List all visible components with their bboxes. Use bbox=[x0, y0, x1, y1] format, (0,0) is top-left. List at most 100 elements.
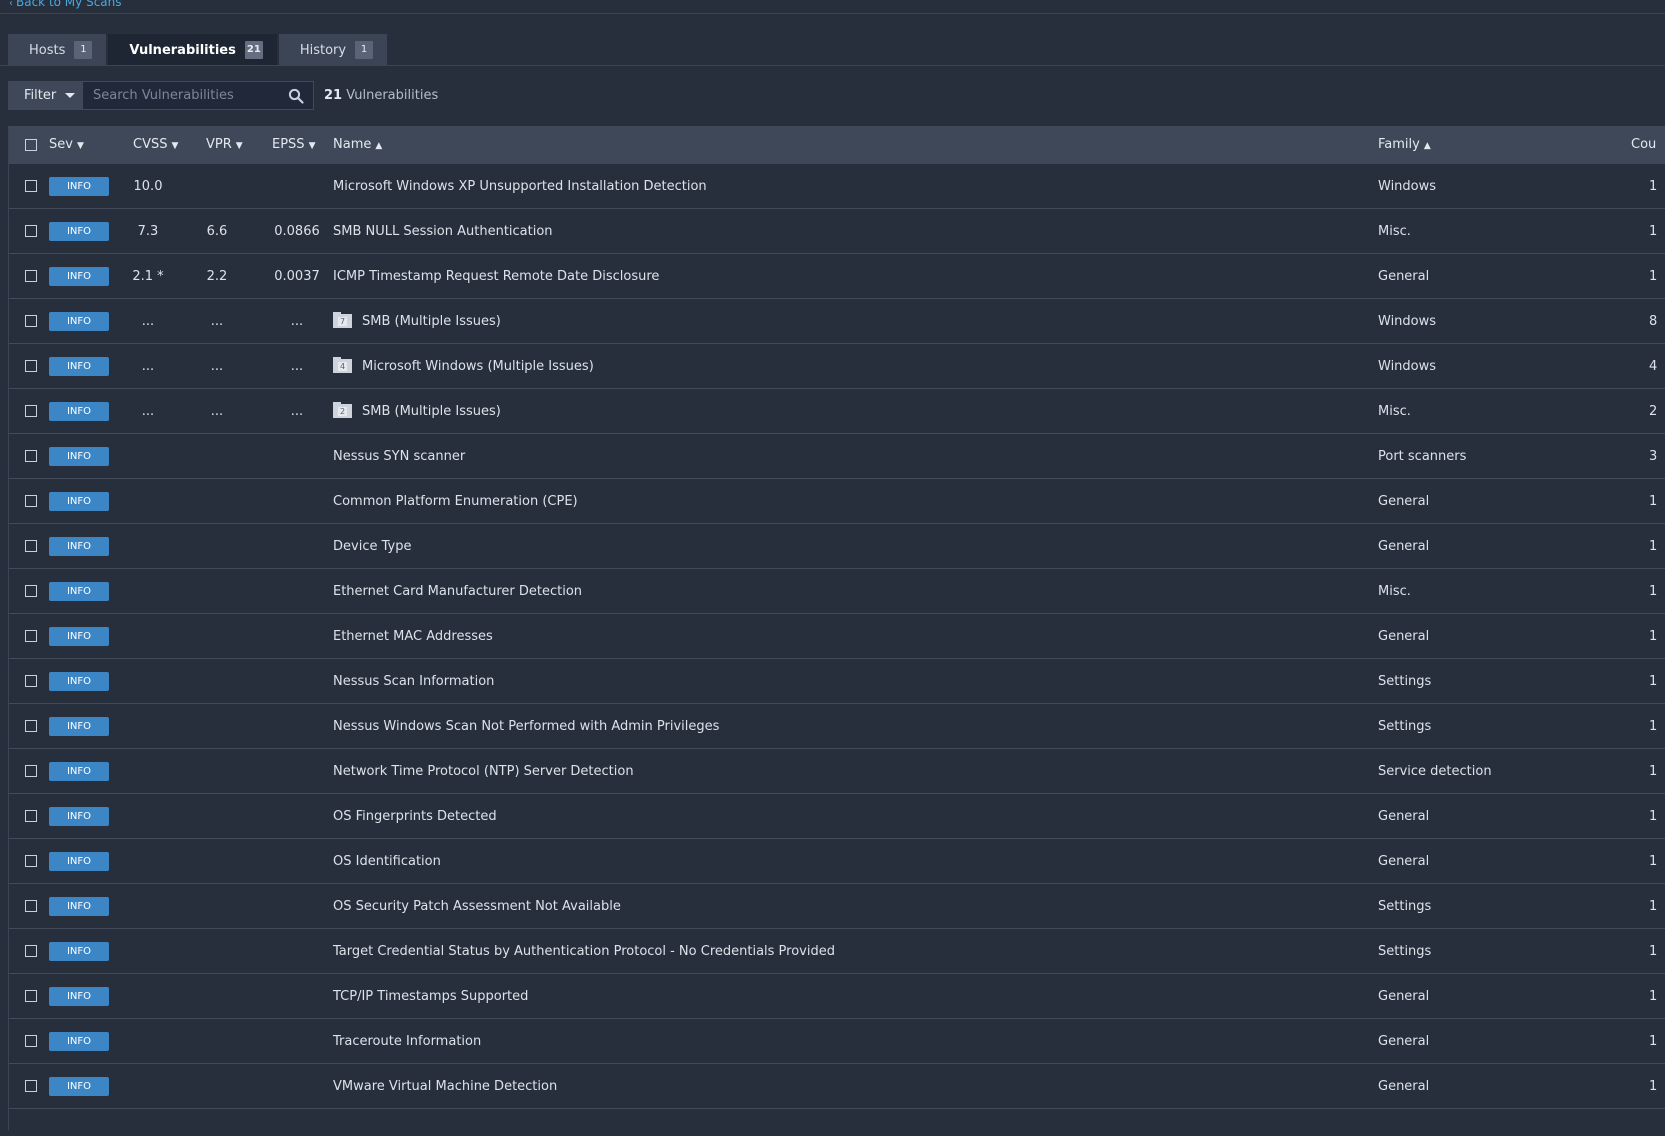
vulnerability-name[interactable]: 7 SMB (Multiple Issues) bbox=[333, 299, 501, 344]
vulnerability-name[interactable]: Traceroute Information bbox=[333, 1019, 481, 1064]
table-row[interactable]: INFO Traceroute Information General 1 bbox=[9, 1019, 1665, 1064]
column-header-vpr[interactable]: VPR ▼ bbox=[206, 126, 243, 164]
vulnerability-name[interactable]: 2 SMB (Multiple Issues) bbox=[333, 389, 501, 434]
scan-results-page: ‹ Back to My Scans Hosts 1 Vulnerabilitie… bbox=[0, 0, 1665, 1136]
column-header-family[interactable]: Family ▲ bbox=[1378, 126, 1431, 164]
table-row[interactable]: INFO Ethernet MAC Addresses General 1 bbox=[9, 614, 1665, 659]
vulnerability-name[interactable]: Microsoft Windows XP Unsupported Install… bbox=[333, 164, 707, 209]
table-row[interactable]: INFO 2.1 * 2.2 0.0037 ICMP Timestamp Request… bbox=[9, 254, 1665, 299]
column-header-sev[interactable]: Sev ▼ bbox=[49, 126, 84, 164]
table-row[interactable]: INFO OS Fingerprints Detected General 1 bbox=[9, 794, 1665, 839]
table-row[interactable]: INFO Network Time Protocol (NTP) Server D… bbox=[9, 749, 1665, 794]
vulnerability-name[interactable]: Device Type bbox=[333, 524, 411, 569]
filter-button[interactable]: Filter bbox=[8, 81, 82, 110]
cvss-value: ... bbox=[141, 359, 155, 374]
row-checkbox[interactable] bbox=[25, 990, 37, 1002]
row-checkbox[interactable] bbox=[25, 810, 37, 822]
tab-vulnerabilities[interactable]: Vulnerabilities 21 bbox=[108, 34, 277, 66]
count-value: 1 bbox=[1649, 539, 1658, 554]
vulnerability-name[interactable]: 4 Microsoft Windows (Multiple Issues) bbox=[333, 344, 594, 389]
table-row[interactable]: INFO VMware Virtual Machine Detection Gene… bbox=[9, 1064, 1665, 1109]
sort-asc-icon: ▲ bbox=[375, 141, 383, 151]
count-value: 1 bbox=[1649, 1079, 1658, 1094]
table-row[interactable]: INFO OS Security Patch Assessment Not Ava… bbox=[9, 884, 1665, 929]
table-row[interactable]: INFO......... 4 Microsoft Windows (Multipl… bbox=[9, 344, 1665, 389]
vulnerability-name[interactable]: Network Time Protocol (NTP) Server Detec… bbox=[333, 749, 634, 794]
vulnerability-name-text: Network Time Protocol (NTP) Server Detec… bbox=[333, 764, 634, 779]
row-checkbox[interactable] bbox=[25, 585, 37, 597]
row-checkbox[interactable] bbox=[25, 225, 37, 237]
row-checkbox[interactable] bbox=[25, 1035, 37, 1047]
vulnerability-name[interactable]: OS Fingerprints Detected bbox=[333, 794, 497, 839]
vulnerability-name[interactable]: Ethernet Card Manufacturer Detection bbox=[333, 569, 582, 614]
column-header-count[interactable]: Cou bbox=[1631, 126, 1656, 164]
row-checkbox[interactable] bbox=[25, 270, 37, 282]
table-row[interactable]: INFO......... 7 SMB (Multiple Issues) Windo… bbox=[9, 299, 1665, 344]
column-header-cvss[interactable]: CVSS ▼ bbox=[133, 126, 178, 164]
count-value: 1 bbox=[1649, 494, 1658, 509]
row-checkbox[interactable] bbox=[25, 540, 37, 552]
row-checkbox[interactable] bbox=[25, 360, 37, 372]
row-checkbox[interactable] bbox=[25, 855, 37, 867]
vulnerability-name[interactable]: SMB NULL Session Authentication bbox=[333, 209, 553, 254]
table-row[interactable]: INFO TCP/IP Timestamps Supported General 1 bbox=[9, 974, 1665, 1019]
table-row[interactable]: INFO Nessus SYN scanner Port scanners 3 bbox=[9, 434, 1665, 479]
vulnerability-name[interactable]: Nessus Windows Scan Not Performed with A… bbox=[333, 704, 719, 749]
table-row[interactable]: INFO Ethernet Card Manufacturer Detection… bbox=[9, 569, 1665, 614]
tab-bar: Hosts 1 Vulnerabilities 21 History 1 bbox=[8, 34, 389, 66]
table-row[interactable]: INFO Common Platform Enumeration (CPE) Gen… bbox=[9, 479, 1665, 524]
row-checkbox[interactable] bbox=[25, 180, 37, 192]
severity-badge: INFO bbox=[49, 267, 109, 286]
row-checkbox[interactable] bbox=[25, 405, 37, 417]
row-checkbox[interactable] bbox=[25, 900, 37, 912]
sort-desc-icon: ▼ bbox=[308, 141, 316, 151]
vpr-value bbox=[187, 614, 247, 659]
epss-value bbox=[267, 974, 327, 1019]
row-checkbox[interactable] bbox=[25, 630, 37, 642]
epss-value bbox=[267, 1019, 327, 1064]
row-checkbox[interactable] bbox=[25, 1080, 37, 1092]
count-value: 1 bbox=[1649, 809, 1658, 824]
row-checkbox[interactable] bbox=[25, 450, 37, 462]
search-input[interactable] bbox=[83, 82, 283, 109]
severity-badge: INFO bbox=[49, 447, 109, 466]
cvss-value bbox=[113, 614, 183, 659]
row-checkbox[interactable] bbox=[25, 945, 37, 957]
back-to-scans-link[interactable]: ‹ Back to My Scans bbox=[9, 0, 122, 9]
vulnerability-name[interactable]: Nessus Scan Information bbox=[333, 659, 494, 704]
vulnerability-name[interactable]: TCP/IP Timestamps Supported bbox=[333, 974, 528, 1019]
row-checkbox[interactable] bbox=[25, 315, 37, 327]
row-checkbox[interactable] bbox=[25, 720, 37, 732]
table-row[interactable]: INFO Target Credential Status by Authenti… bbox=[9, 929, 1665, 974]
vulnerability-name[interactable]: Target Credential Status by Authenticati… bbox=[333, 929, 835, 974]
vulnerability-name[interactable]: Nessus SYN scanner bbox=[333, 434, 465, 479]
vulnerability-name[interactable]: Common Platform Enumeration (CPE) bbox=[333, 479, 578, 524]
group-count: 7 bbox=[338, 317, 347, 326]
table-row[interactable]: INFO 10.0 Microsoft Windows XP Unsupported… bbox=[9, 164, 1665, 209]
row-checkbox[interactable] bbox=[25, 495, 37, 507]
vulnerabilities-table: Sev ▼ CVSS ▼ VPR ▼ EPSS ▼ Name ▲ Family ▲ Cou … bbox=[8, 126, 1665, 1130]
vulnerability-name[interactable]: OS Security Patch Assessment Not Availab… bbox=[333, 884, 621, 929]
tab-history[interactable]: History 1 bbox=[278, 34, 388, 66]
family-value: General bbox=[1378, 629, 1430, 644]
vulnerability-name[interactable]: OS Identification bbox=[333, 839, 441, 884]
table-row[interactable]: INFO 7.3 6.6 0.0866 SMB NULL Session Authent… bbox=[9, 209, 1665, 254]
row-checkbox[interactable] bbox=[25, 675, 37, 687]
vulnerability-name[interactable]: ICMP Timestamp Request Remote Date Discl… bbox=[333, 254, 659, 299]
folder-group-icon: 2 bbox=[333, 402, 352, 418]
select-all-checkbox[interactable] bbox=[25, 139, 37, 151]
table-row[interactable]: INFO......... 2 SMB (Multiple Issues) Misc.… bbox=[9, 389, 1665, 434]
table-row[interactable]: INFO OS Identification General 1 bbox=[9, 839, 1665, 884]
column-header-name[interactable]: Name ▲ bbox=[333, 126, 382, 164]
table-row[interactable]: INFO Nessus Scan Information Settings 1 bbox=[9, 659, 1665, 704]
row-checkbox[interactable] bbox=[25, 765, 37, 777]
column-header-epss[interactable]: EPSS ▼ bbox=[272, 126, 315, 164]
severity-badge: INFO bbox=[49, 1032, 109, 1051]
search-icon[interactable] bbox=[288, 88, 304, 104]
vulnerability-name[interactable]: Ethernet MAC Addresses bbox=[333, 614, 493, 659]
table-row[interactable]: INFO Nessus Windows Scan Not Performed wi… bbox=[9, 704, 1665, 749]
family-value: Windows bbox=[1378, 314, 1437, 329]
table-row[interactable]: INFO Device Type General 1 bbox=[9, 524, 1665, 569]
vulnerability-name[interactable]: VMware Virtual Machine Detection bbox=[333, 1064, 557, 1109]
tab-hosts[interactable]: Hosts 1 bbox=[8, 34, 107, 66]
